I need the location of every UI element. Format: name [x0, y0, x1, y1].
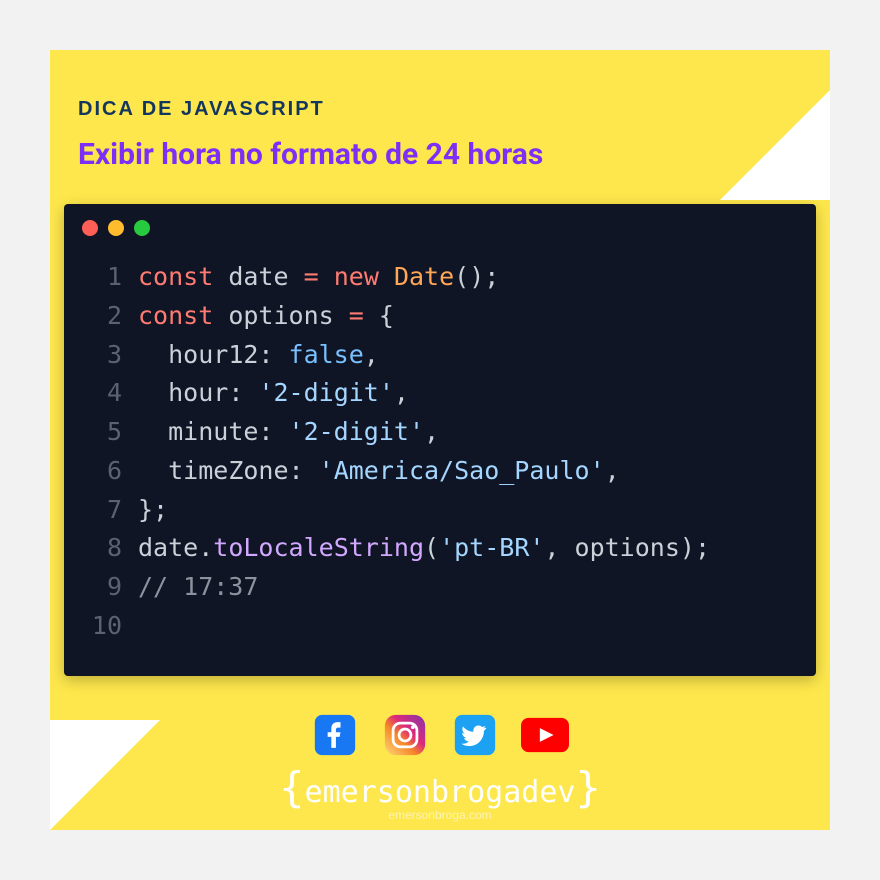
- maximize-icon: [134, 220, 150, 236]
- code-line: 3 hour12: false,: [82, 336, 798, 375]
- code-block: 1const date = new Date(); 2const options…: [82, 258, 798, 646]
- code-line: 9// 17:37: [82, 568, 798, 607]
- page-title: Exibir hora no formato de 24 horas: [78, 137, 802, 172]
- code-editor: 1const date = new Date(); 2const options…: [64, 204, 816, 676]
- twitter-icon[interactable]: [451, 711, 499, 759]
- code-line: 1const date = new Date();: [82, 258, 798, 297]
- line-number: 9: [82, 568, 122, 607]
- brand-logo: { emersonbrogadev }: [279, 767, 601, 810]
- code-line: 10: [82, 607, 798, 646]
- code-line: 2const options = {: [82, 297, 798, 336]
- code-line: 7};: [82, 491, 798, 530]
- line-number: 4: [82, 374, 122, 413]
- minimize-icon: [108, 220, 124, 236]
- code-line: 4 hour: '2-digit',: [82, 374, 798, 413]
- footer: { emersonbrogadev } emersonbroga.com: [50, 711, 830, 830]
- social-icons: [311, 711, 569, 759]
- header: DICA DE JAVASCRIPT Exibir hora no format…: [50, 50, 830, 186]
- line-number: 8: [82, 529, 122, 568]
- code-line: 5 minute: '2-digit',: [82, 413, 798, 452]
- line-number: 5: [82, 413, 122, 452]
- kicker: DICA DE JAVASCRIPT: [78, 98, 802, 121]
- code-line: 6 timeZone: 'America/Sao_Paulo',: [82, 452, 798, 491]
- line-number: 2: [82, 297, 122, 336]
- brand-text: emersonbrogadev: [305, 775, 576, 810]
- window-controls: [82, 220, 798, 236]
- youtube-icon[interactable]: [521, 711, 569, 759]
- site-url: emersonbroga.com: [388, 808, 491, 822]
- facebook-icon[interactable]: [311, 711, 359, 759]
- line-number: 3: [82, 336, 122, 375]
- close-icon: [82, 220, 98, 236]
- line-number: 1: [82, 258, 122, 297]
- card: DICA DE JAVASCRIPT Exibir hora no format…: [50, 50, 830, 830]
- brace-right-icon: }: [575, 767, 600, 809]
- decor-triangle-top-right: [720, 90, 830, 200]
- line-number: 10: [82, 607, 122, 646]
- line-number: 6: [82, 452, 122, 491]
- brace-left-icon: {: [279, 767, 304, 809]
- code-line: 8date.toLocaleString('pt-BR', options);: [82, 529, 798, 568]
- instagram-icon[interactable]: [381, 711, 429, 759]
- line-number: 7: [82, 491, 122, 530]
